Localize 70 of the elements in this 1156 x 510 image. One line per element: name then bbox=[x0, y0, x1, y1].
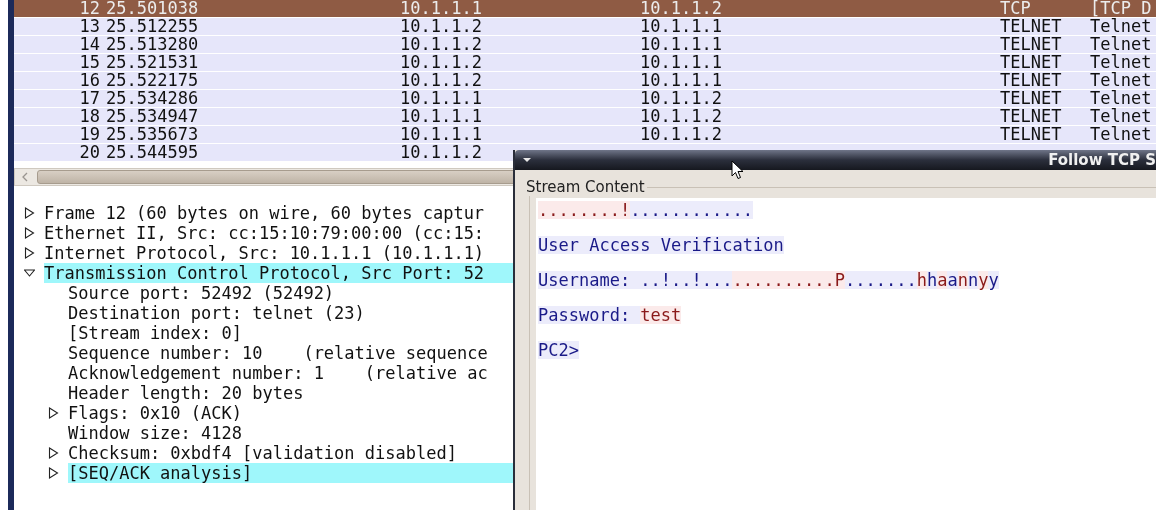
stream-text: n bbox=[957, 271, 968, 289]
table-cell: 19 bbox=[79, 126, 100, 143]
table-cell-text: 10.1.1.2 bbox=[399, 18, 482, 35]
stream-text: h bbox=[926, 271, 938, 289]
table-cell-text: 10.1.1.2 bbox=[639, 108, 722, 125]
table-cell-text: 25.513280 bbox=[105, 36, 199, 53]
table-cell-text: 25.535673 bbox=[105, 126, 199, 143]
table-cell-text: [TCP D bbox=[1089, 0, 1152, 17]
table-cell-text: 10.1.1.2 bbox=[639, 0, 722, 17]
table-cell-text: TELNET bbox=[999, 18, 1062, 35]
table-cell-text: TELNET bbox=[999, 126, 1062, 143]
table-cell-text: TCP bbox=[999, 0, 1031, 17]
table-cell-text: 10.1.1.1 bbox=[639, 72, 722, 89]
dialog-title: Follow TCP S bbox=[1048, 151, 1156, 169]
frame-label: Stream Content bbox=[525, 178, 646, 196]
table-cell-text: 10.1.1.1 bbox=[639, 54, 722, 71]
table-cell-text: TELNET bbox=[999, 108, 1062, 125]
table-cell: 15 bbox=[79, 54, 100, 71]
table-cell: 14 bbox=[79, 36, 100, 53]
stream-text: ........! bbox=[538, 201, 631, 219]
stream-text: ..........P bbox=[732, 271, 846, 289]
table-cell-text: TELNET bbox=[999, 36, 1062, 53]
stream-text: a bbox=[937, 271, 948, 289]
table-cell-text: 10.1.1.1 bbox=[639, 18, 722, 35]
stream-text: Password: bbox=[538, 306, 641, 324]
stream-text: a bbox=[947, 271, 958, 289]
table-cell-text: Telnet bbox=[1089, 36, 1152, 53]
stream-text: h bbox=[916, 271, 927, 289]
table-cell-text: 25.522175 bbox=[105, 72, 199, 89]
table-cell-text: TELNET bbox=[999, 90, 1062, 107]
stream-text: Username: ..!..!... bbox=[538, 271, 733, 289]
table-cell-text: 10.1.1.2 bbox=[399, 36, 482, 53]
table-cell: 16 bbox=[79, 72, 100, 89]
table-cell-text: 25.501038 bbox=[105, 0, 199, 17]
table-cell-text: Telnet bbox=[1089, 126, 1152, 143]
table-cell-text: Telnet bbox=[1089, 72, 1152, 89]
table-cell-text: 25.512255 bbox=[105, 18, 199, 35]
stream-text: y bbox=[978, 271, 989, 289]
stream-text: test bbox=[640, 306, 682, 324]
table-cell-text: Telnet bbox=[1089, 54, 1152, 71]
table-cell-text: 10.1.1.2 bbox=[399, 54, 482, 71]
stream-text: n bbox=[967, 271, 979, 289]
table-cell-text: Telnet bbox=[1089, 90, 1152, 107]
table-cell: 13 bbox=[79, 18, 100, 35]
table-cell-text: 10.1.1.1 bbox=[399, 108, 482, 125]
table-cell-text: 10.1.1.2 bbox=[399, 72, 482, 89]
table-cell-text: Telnet bbox=[1089, 108, 1152, 125]
table-cell: 18 bbox=[79, 108, 100, 125]
table-cell-text: 10.1.1.1 bbox=[399, 0, 482, 17]
table-cell-text: 25.534286 bbox=[105, 90, 199, 107]
stream-text: PC2> bbox=[538, 341, 579, 359]
table-cell-text: 25.534947 bbox=[105, 108, 199, 125]
stream-text: User Access Verification bbox=[538, 236, 784, 254]
table-cell-text: 10.1.1.1 bbox=[399, 126, 482, 143]
stream-text: ............ bbox=[630, 201, 753, 219]
table-cell-text: 10.1.1.2 bbox=[639, 90, 722, 107]
table-cell-text: Telnet bbox=[1089, 18, 1152, 35]
table-cell: 12 bbox=[79, 0, 100, 17]
table-cell-text: 25.521531 bbox=[105, 54, 199, 71]
table-cell: 17 bbox=[79, 90, 100, 107]
table-cell: 20 bbox=[79, 144, 100, 161]
table-cell-text: 10.1.1.2 bbox=[639, 126, 722, 143]
table-cell-text: 10.1.1.2 bbox=[399, 144, 482, 161]
table-cell-text: TELNET bbox=[999, 54, 1062, 71]
table-cell-text: TELNET bbox=[999, 72, 1062, 89]
stream-text: y bbox=[988, 271, 999, 289]
table-cell-text: 10.1.1.1 bbox=[399, 90, 482, 107]
table-cell-text: 10.1.1.1 bbox=[639, 36, 722, 53]
table-cell-text: 25.544595 bbox=[105, 144, 199, 161]
stream-text: ....... bbox=[845, 271, 917, 289]
